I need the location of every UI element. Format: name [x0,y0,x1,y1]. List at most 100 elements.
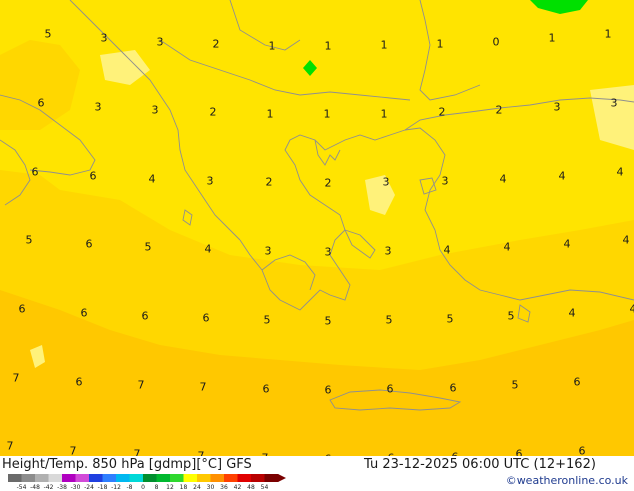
border-inland [230,0,300,50]
value-label-r5c11: 4 [630,304,634,315]
value-label-r2c11: 3 [611,98,618,109]
value-label-r1c3: 3 [157,37,164,48]
footer-bar: Height/Temp. 850 hPa [gdmp][°C] GFS Tu 2… [0,456,634,490]
value-label-r4c10: 4 [564,239,571,250]
value-label-r6c8: 6 [450,383,457,394]
value-label-r2c6: 1 [324,109,331,120]
value-label-r5c6: 5 [325,316,332,327]
value-label-r6c4: 7 [200,382,207,393]
value-label-r5c3: 6 [142,311,149,322]
value-label-r1c7: 1 [381,40,388,51]
scale-swatch [130,474,144,482]
scale-swatch [265,474,279,482]
copyright-link[interactable]: ©weatheronline.co.uk [506,474,628,487]
scale-swatch [89,474,103,482]
value-label-r4c3: 5 [145,242,152,253]
value-label-r4c8: 4 [444,245,451,256]
value-label-r1c6: 1 [325,41,332,52]
scale-swatch [103,474,117,482]
value-label-r5c4: 6 [203,313,210,324]
value-label-r1c5: 1 [269,41,276,52]
value-label-r2c7: 1 [381,109,388,120]
value-label-r5c8: 5 [447,314,454,325]
value-label-r1c11: 1 [605,29,612,40]
value-label-r2c5: 1 [267,109,274,120]
island-corfu [183,210,192,225]
value-label-r3c2: 6 [90,171,97,182]
value-label-r2c3: 3 [152,105,159,116]
scale-swatch [197,474,211,482]
scale-swatch [211,474,225,482]
scale-swatch [35,474,49,482]
value-label-r5c5: 5 [264,315,271,326]
value-label-r6c5: 6 [263,384,270,395]
scale-swatch [251,474,265,482]
value-label-r3c7: 3 [383,177,390,188]
scale-swatch [49,474,63,482]
value-label-r4c7: 3 [385,246,392,257]
value-label-r2c4: 2 [210,107,217,118]
value-label-r2c2: 3 [95,102,102,113]
scale-swatch [224,474,238,482]
value-label-r4c2: 6 [86,239,93,250]
value-label-r1c10: 1 [549,33,556,44]
value-label-r3c4: 3 [207,176,214,187]
value-label-r4c5: 3 [265,246,272,257]
scale-swatch [143,474,157,482]
value-label-r7c10: 6 [579,446,586,457]
scale-arrow-right [278,474,286,482]
valid-time: Tu 23-12-2025 06:00 UTC (12+162) [364,457,596,472]
value-label-r5c1: 6 [19,304,26,315]
value-label-r3c9: 4 [500,174,507,185]
green-patch-dot [303,60,317,76]
scale-swatch [116,474,130,482]
map-panel: 5332111101163321112233664322334445654333… [0,0,634,456]
value-label-r7c2: 7 [70,446,77,457]
value-label-r6c10: 6 [574,377,581,388]
value-label-r1c2: 3 [101,33,108,44]
scale-swatch [76,474,90,482]
value-label-r4c11: 4 [623,235,630,246]
value-label-r6c1: 7 [13,373,20,384]
value-label-r6c3: 7 [138,380,145,391]
light-patch-aegean [365,175,395,215]
green-patch-top [530,0,588,14]
scale-swatch [238,474,252,482]
value-label-r1c9: 0 [493,37,500,48]
value-label-r4c4: 4 [205,244,212,255]
value-label-r2c1: 6 [38,98,45,109]
scale-swatch [184,474,198,482]
value-label-r6c6: 6 [325,385,332,396]
value-label-r2c10: 3 [554,102,561,113]
value-label-r3c3: 4 [149,174,156,185]
scale-swatch [157,474,171,482]
value-label-r3c10: 4 [559,171,566,182]
value-label-r1c4: 2 [213,39,220,50]
value-label-r4c1: 5 [26,235,33,246]
value-label-r6c2: 6 [76,377,83,388]
value-label-r5c2: 6 [81,308,88,319]
value-label-r1c8: 1 [437,39,444,50]
value-label-r4c9: 4 [504,242,511,253]
value-label-r3c11: 4 [617,167,624,178]
value-label-r5c10: 4 [569,308,576,319]
light-patch-east [590,85,634,150]
value-label-r2c9: 2 [496,105,503,116]
scale-swatch [22,474,36,482]
value-label-r5c9: 5 [508,311,515,322]
value-label-r5c7: 5 [386,315,393,326]
scale-swatch [62,474,76,482]
island-evia [345,230,375,258]
value-label-r1c1: 5 [45,29,52,40]
temperature-bands [0,0,634,456]
value-label-r2c8: 2 [439,107,446,118]
scale-swatch [170,474,184,482]
island-lesbos [420,178,436,194]
value-label-r3c1: 6 [32,167,39,178]
value-label-r6c9: 5 [512,380,519,391]
value-label-r3c6: 2 [325,178,332,189]
value-label-r4c6: 3 [325,247,332,258]
band-4-6-north [0,40,80,130]
value-label-r7c1: 7 [7,441,14,452]
value-label-r7c3: 7 [134,449,141,457]
